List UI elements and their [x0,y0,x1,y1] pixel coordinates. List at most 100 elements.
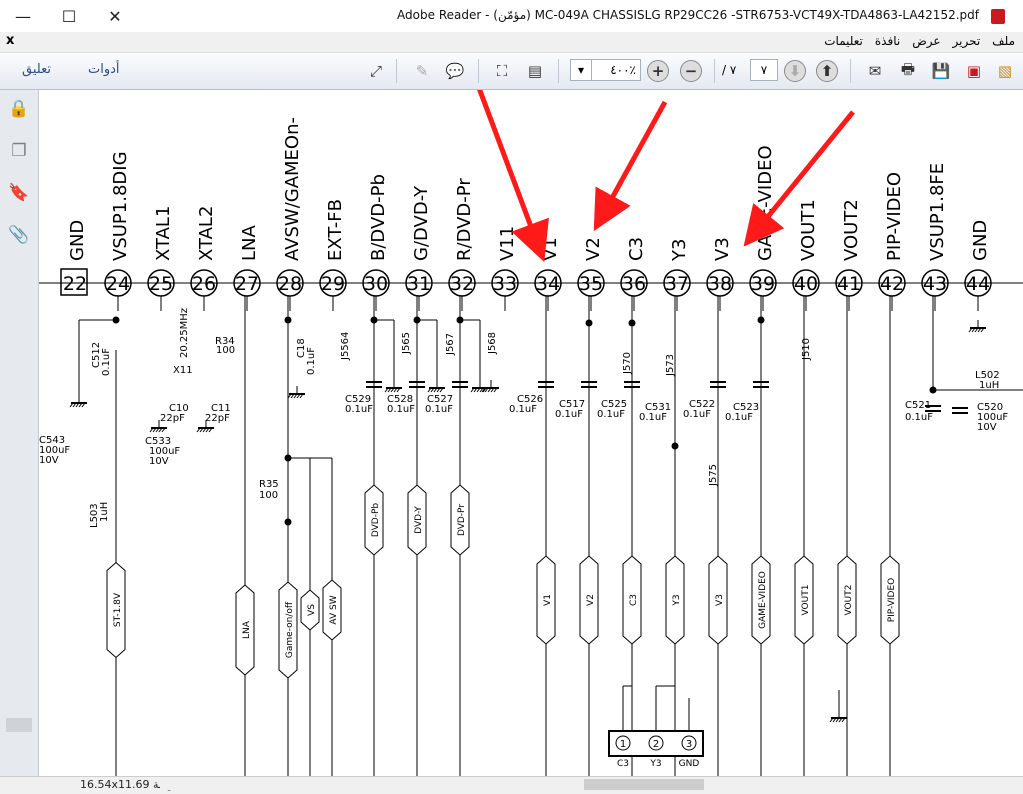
pin-label-41: VOUT2 [841,199,862,261]
menu-edit[interactable]: تحرير [953,34,981,48]
next-page-icon[interactable]: ⬇ [784,60,806,82]
label-l502-value: 1uH [979,380,999,391]
pin-label-25: XTAL1 [153,206,174,261]
connector-label: DVD-Pr [457,504,467,536]
connector-label: PIP-VIDEO [887,578,897,623]
window-title: Adobe Reader - (مؤمّن) MC-049A CHASSISLG… [397,8,979,22]
schematic-drawing: 22 GND 24 VSUP1.8DIG 25 XTAL1 26 XTAL2 27 LNA 28 AV… [39,90,1023,776]
pin-number-43: 43 [923,273,947,295]
pages-icon[interactable]: ❐ [8,140,30,162]
pin-label-44: GND [970,220,991,261]
connector-label: VOUT2 [844,585,854,616]
label-j570: J570 [622,352,633,375]
connector-layer: ST-1.8V LNA Game-on/off VS AV SW DVD-Pb DVD-Y D… [106,484,900,679]
zoom-in-icon[interactable]: + [647,60,669,82]
close-button[interactable]: ✕ [92,0,138,32]
label-c522-value: 0.1uF [683,409,711,420]
fit-page-icon[interactable]: ⛶ [489,58,515,84]
pin-number-31: 31 [407,273,431,295]
header-label-c3: C3 [617,759,629,769]
label-c512-value: 0.1uF [101,348,112,376]
share-pdf-icon[interactable]: ▧ [992,58,1018,84]
pin-label-31: G/DVD-Y [411,185,432,261]
page-input[interactable]: ٧ [750,59,778,81]
zoom-input[interactable]: ٤٠٠٪ [591,59,641,81]
label-j568: J568 [487,332,498,355]
connector-label: DVD-Y [414,506,424,534]
pin-number-25: 25 [149,273,173,295]
pin-label-42: PIP-VIDEO [884,172,905,261]
connector-label: AV SW [329,595,339,624]
zoom-out-icon[interactable]: − [680,60,702,82]
junction-dot [628,319,636,327]
label-c543-volt: 10V [39,455,59,466]
junction-dot [671,442,679,450]
fit-width-icon[interactable]: ▤ [522,58,548,84]
header-pin-1: 1 [620,739,626,750]
header-pin-3: 3 [686,739,692,750]
sign-icon[interactable]: ✎ [409,58,435,84]
pin-number-39: 39 [751,273,775,295]
attachment-icon[interactable]: 📎 [8,224,30,246]
pin-label-40: VOUT1 [798,199,819,261]
label-c521: C521 [905,400,931,411]
lock-icon[interactable]: 🔒 [8,98,30,120]
separator [478,59,479,83]
toolbar: تعليق أدوات ⤢ ✎ 💬 ⛶ ▤ ▾ ٤٠٠٪ + − / ٧ ٧ ⬇… [0,53,1023,90]
menu-view[interactable]: عرض [912,34,940,48]
bookmark-icon[interactable]: 🔖 [8,182,30,204]
label-c528-value: 0.1uF [387,404,415,415]
label-c533-volt: 10V [149,456,169,467]
label-j510: J510 [801,338,812,361]
tools-link[interactable]: أدوات [88,62,120,77]
panel-scroll-handle[interactable] [6,718,32,732]
close-document-button[interactable]: x [6,33,14,48]
label-c526-value: 0.1uF [509,404,537,415]
pin-label-32: R/DVD-Pr [454,178,475,261]
label-c527-value: 0.1uF [425,404,453,415]
save-icon[interactable]: 💾 [928,58,954,84]
email-icon[interactable]: ✉ [862,58,888,84]
junction-dot [284,518,292,526]
pin-number-38: 38 [708,273,732,295]
label-c517-value: 0.1uF [555,409,583,420]
header-label-gnd: GND [679,759,700,769]
minimize-button[interactable]: — [0,0,46,32]
document-view[interactable]: 22 GND 24 VSUP1.8DIG 25 XTAL1 26 XTAL2 27 LNA 28 AV… [39,90,1023,776]
create-pdf-icon[interactable]: ▣ [961,58,987,84]
label-l503-value: 1uH [99,502,110,522]
separator [396,59,397,83]
pin-number-37: 37 [665,273,689,295]
junction-dot [284,316,292,324]
previous-page-icon[interactable]: ⬆ [816,60,838,82]
pin-number-44: 44 [966,273,990,295]
maximize-button[interactable]: ☐ [46,0,92,32]
zoom-dropdown-icon[interactable]: ▾ [570,59,592,81]
label-c525-value: 0.1uF [597,409,625,420]
menu-bar: x ملف تحرير عرض نافذة تعليمات [0,32,1023,53]
menu-window[interactable]: نافذة [875,34,900,48]
menu-file[interactable]: ملف [992,34,1015,48]
comment-bubble-icon[interactable]: 💬 [442,58,468,84]
header-pin-2: 2 [653,739,659,750]
label-r35: R35 [259,479,279,490]
pin-label-30: B/DVD-Pb [368,174,389,261]
print-icon[interactable]: 🖶 [895,58,921,84]
header-label-y3: Y3 [649,759,661,769]
menu-help[interactable]: تعليمات [824,34,863,48]
pin-label-26: XTAL2 [196,206,217,261]
pin-label-36: C3 [626,237,647,261]
junction-dot [585,319,593,327]
connector-label: V1 [543,594,553,606]
pin-label-43: VSUP1.8FE [927,163,948,261]
horizontal-scroll-thumb[interactable] [584,779,704,790]
label-x11: X11 [173,365,193,376]
pin-number-34: 34 [536,273,560,295]
connector-label: V2 [586,594,596,606]
label-j567: J567 [445,333,456,356]
pin-number-42: 42 [880,273,904,295]
fullscreen-icon[interactable]: ⤢ [363,58,389,84]
label-j5564: J5564 [340,332,351,361]
junction-dot [757,316,765,324]
comment-link[interactable]: تعليق [22,62,51,77]
